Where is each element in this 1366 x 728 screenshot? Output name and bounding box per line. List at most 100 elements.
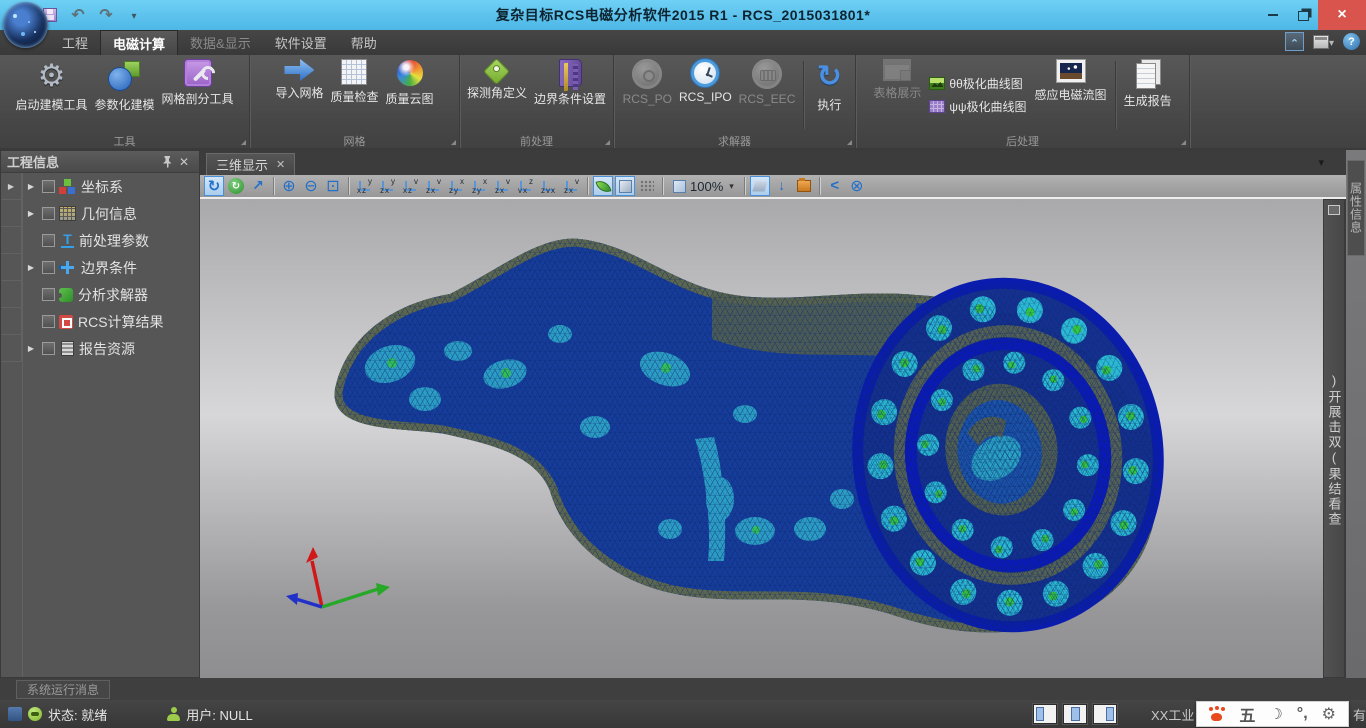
layout-right-button[interactable] <box>1093 704 1117 724</box>
tree-item-坐标系[interactable]: ▶▶坐标系 <box>1 173 199 200</box>
collapse-ribbon-button[interactable] <box>1285 32 1304 51</box>
chevron-down-icon <box>1329 33 1334 51</box>
pan-view-button[interactable] <box>248 176 268 196</box>
tab-properties-info[interactable]: 属性信息 <box>1347 160 1365 256</box>
tree-checkbox[interactable] <box>42 315 55 328</box>
ribbon-button-探测角定义[interactable]: 探测角定义 <box>464 57 530 133</box>
ribbon-button-表格展示[interactable]: 表格展示 <box>870 57 924 133</box>
ribbon-button-启动建模工具[interactable]: 启动建模工具 <box>12 57 90 133</box>
ribbon-button-生成报告[interactable]: 生成报告 <box>1121 57 1175 133</box>
ribbon-button-RCS_PO[interactable]: RCS_PO <box>620 57 675 133</box>
close-button[interactable]: × <box>1318 0 1366 30</box>
ribbon-tab-数据&显示[interactable]: 数据&显示 <box>178 30 263 55</box>
ime-settings-gear-icon[interactable] <box>1322 704 1336 724</box>
minimize-button[interactable] <box>1258 0 1288 30</box>
ribbon-button-导入网格[interactable]: 导入网格 <box>272 57 326 133</box>
ribbon-tab-工程[interactable]: 工程 <box>50 30 100 55</box>
restore-button[interactable] <box>1288 0 1318 30</box>
mesh-partition-tool-icon <box>184 59 212 87</box>
ribbon-button-RCS_EEC[interactable]: RCS_EEC <box>736 57 799 133</box>
group-dialog-launcher-icon[interactable] <box>451 140 456 145</box>
tree-item-前处理参数[interactable]: T前处理参数 <box>1 227 199 254</box>
pin-panel-button[interactable] <box>157 154 175 170</box>
modeling-tool-gear-icon <box>34 59 68 93</box>
tree-expander-icon[interactable]: ▶ <box>22 182 40 191</box>
tree-item-几何信息[interactable]: ▶几何信息 <box>1 200 199 227</box>
ime-punctuation-toggle[interactable]: °, <box>1297 705 1308 723</box>
group-dialog-launcher-icon[interactable] <box>1181 140 1186 145</box>
tree-checkbox[interactable] <box>42 342 55 355</box>
layout-center-button[interactable] <box>1063 704 1087 724</box>
ime-wubi-mode[interactable]: 五 <box>1239 702 1255 726</box>
group-dialog-launcher-icon[interactable] <box>847 140 852 145</box>
ribbon-tab-软件设置[interactable]: 软件设置 <box>263 30 339 55</box>
rotate-view-button[interactable] <box>204 176 224 196</box>
view-orientation-zy-x[interactable]: zyx <box>446 176 467 196</box>
tree-item-分析求解器[interactable]: 分析求解器 <box>1 281 199 308</box>
tree-gutter-cell <box>1 308 22 335</box>
view-orientation-xz-v[interactable]: xzv <box>400 176 421 196</box>
tabstrip-dropdown-caret[interactable]: ▾ <box>1318 156 1324 169</box>
points-mode-button[interactable] <box>637 176 657 196</box>
view-orientation-zx-v[interactable]: zxv <box>423 176 444 196</box>
wireframe-mode-button[interactable] <box>615 176 635 196</box>
view-orientation-vx-z[interactable]: vxz <box>515 176 536 196</box>
window-style-button[interactable] <box>1313 32 1334 51</box>
tree-checkbox[interactable] <box>42 261 55 274</box>
shaded-mode-button[interactable] <box>593 176 613 196</box>
zoom-out-button[interactable] <box>301 176 321 196</box>
tree-expander-icon[interactable]: ▶ <box>22 263 40 272</box>
tree-checkbox[interactable] <box>42 234 55 247</box>
ime-fullhalf-moon-icon[interactable] <box>1269 705 1282 724</box>
view-orientation-zx-v[interactable]: zxv <box>561 176 582 196</box>
tree-item-RCS计算结果[interactable]: RCS计算结果 <box>1 308 199 335</box>
ribbon-tab-电磁计算[interactable]: 电磁计算 <box>100 30 178 55</box>
ribbon-button-网格剖分工具[interactable]: 网格剖分工具 <box>159 57 237 133</box>
copyright-text-right: 有 <box>1353 705 1366 724</box>
ribbon-tab-帮助[interactable]: 帮助 <box>339 30 389 55</box>
ribbon-button-感应电磁流图[interactable]: 感应电磁流图 <box>1032 57 1110 133</box>
ribbon-button-参数化建模[interactable]: 参数化建模 <box>91 57 157 133</box>
close-tab-icon[interactable]: ✕ <box>276 158 285 171</box>
tree-item-报告资源[interactable]: ▶报告资源 <box>1 335 199 362</box>
group-dialog-launcher-icon[interactable] <box>241 140 246 145</box>
select-region-button[interactable] <box>750 176 770 196</box>
tab-system-messages[interactable]: 系统运行消息 <box>16 680 110 699</box>
close-view-button[interactable] <box>847 176 867 196</box>
share-view-button[interactable] <box>825 176 845 196</box>
zoom-window-button[interactable] <box>323 176 343 196</box>
view-results-strip[interactable]: )开展击双(果结看查 <box>1323 199 1345 678</box>
orbit-view-button[interactable] <box>226 176 246 196</box>
ribbon-button-ψψ极化曲线图[interactable]: ψψ极化曲线图 <box>927 97 1028 116</box>
layout-left-button[interactable] <box>1033 704 1057 724</box>
ribbon-button-质量检查[interactable]: 质量检查 <box>327 57 381 133</box>
ribbon-button-边界条件设置[interactable]: 边界条件设置 <box>531 57 609 133</box>
tree-checkbox[interactable] <box>42 288 55 301</box>
view-orientation-xz-y[interactable]: xzy <box>354 176 375 196</box>
tree-expander-icon[interactable]: ▶ <box>22 209 40 218</box>
tree-expander-icon[interactable]: ▶ <box>22 344 40 353</box>
view-orientation-zx-v[interactable]: zxv <box>492 176 513 196</box>
help-button[interactable] <box>1343 32 1360 51</box>
zoom-in-button[interactable] <box>279 176 299 196</box>
ime-logo-paw-icon[interactable] <box>1209 707 1225 721</box>
copy-view-button[interactable] <box>794 176 814 196</box>
zoom-level-dropdown[interactable]: 100%▾ <box>668 176 739 196</box>
tree-checkbox[interactable] <box>42 207 55 220</box>
group-dialog-launcher-icon[interactable] <box>605 140 610 145</box>
help-icon <box>1343 33 1360 50</box>
view-orientation-zvx[interactable]: zvx <box>538 176 559 196</box>
save-view-button[interactable] <box>772 176 792 196</box>
ribbon-button-RCS_IPO[interactable]: RCS_IPO <box>676 57 735 133</box>
close-panel-button[interactable]: ✕ <box>175 154 193 170</box>
ribbon-button-质量云图[interactable]: 质量云图 <box>383 57 437 133</box>
tab-3d-display[interactable]: 三维显示 ✕ <box>206 153 295 175</box>
view-orientation-zx-y[interactable]: zxy <box>377 176 398 196</box>
app-logo[interactable] <box>3 2 48 48</box>
render-canvas[interactable]: Mesh Quality 1.711.631.551.471.391.311.2… <box>200 199 1323 678</box>
tree-item-边界条件[interactable]: ▶边界条件 <box>1 254 199 281</box>
tree-checkbox[interactable] <box>42 180 55 193</box>
ribbon-button-θθ极化曲线图[interactable]: θθ极化曲线图 <box>927 74 1028 93</box>
view-orientation-zy-x[interactable]: zyx <box>469 176 490 196</box>
ribbon-button-执行[interactable]: 执行 <box>809 57 849 133</box>
